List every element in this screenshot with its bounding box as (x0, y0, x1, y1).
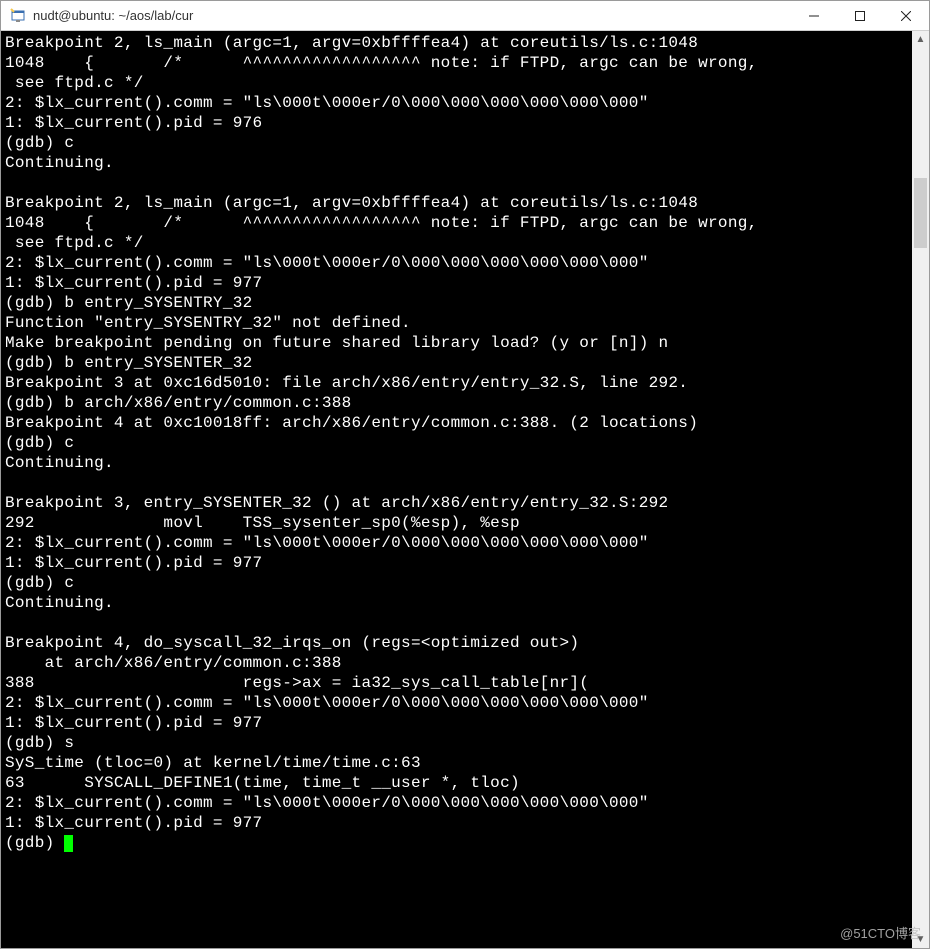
terminal-cursor (64, 835, 73, 852)
terminal-area: Breakpoint 2, ls_main (argc=1, argv=0xbf… (1, 31, 929, 948)
minimize-button[interactable] (791, 1, 837, 31)
window-title: nudt@ubuntu: ~/aos/lab/cur (33, 8, 193, 23)
terminal-output[interactable]: Breakpoint 2, ls_main (argc=1, argv=0xbf… (1, 31, 912, 948)
scroll-up-icon[interactable]: ▲ (912, 31, 929, 48)
scroll-thumb[interactable] (914, 178, 927, 248)
putty-icon (9, 7, 27, 25)
close-button[interactable] (883, 1, 929, 31)
scrollbar[interactable]: ▲ ▼ (912, 31, 929, 948)
app-window: nudt@ubuntu: ~/aos/lab/cur Breakpoint 2,… (0, 0, 930, 949)
titlebar[interactable]: nudt@ubuntu: ~/aos/lab/cur (1, 1, 929, 31)
maximize-button[interactable] (837, 1, 883, 31)
scroll-track[interactable] (912, 48, 929, 931)
scroll-down-icon[interactable]: ▼ (912, 931, 929, 948)
